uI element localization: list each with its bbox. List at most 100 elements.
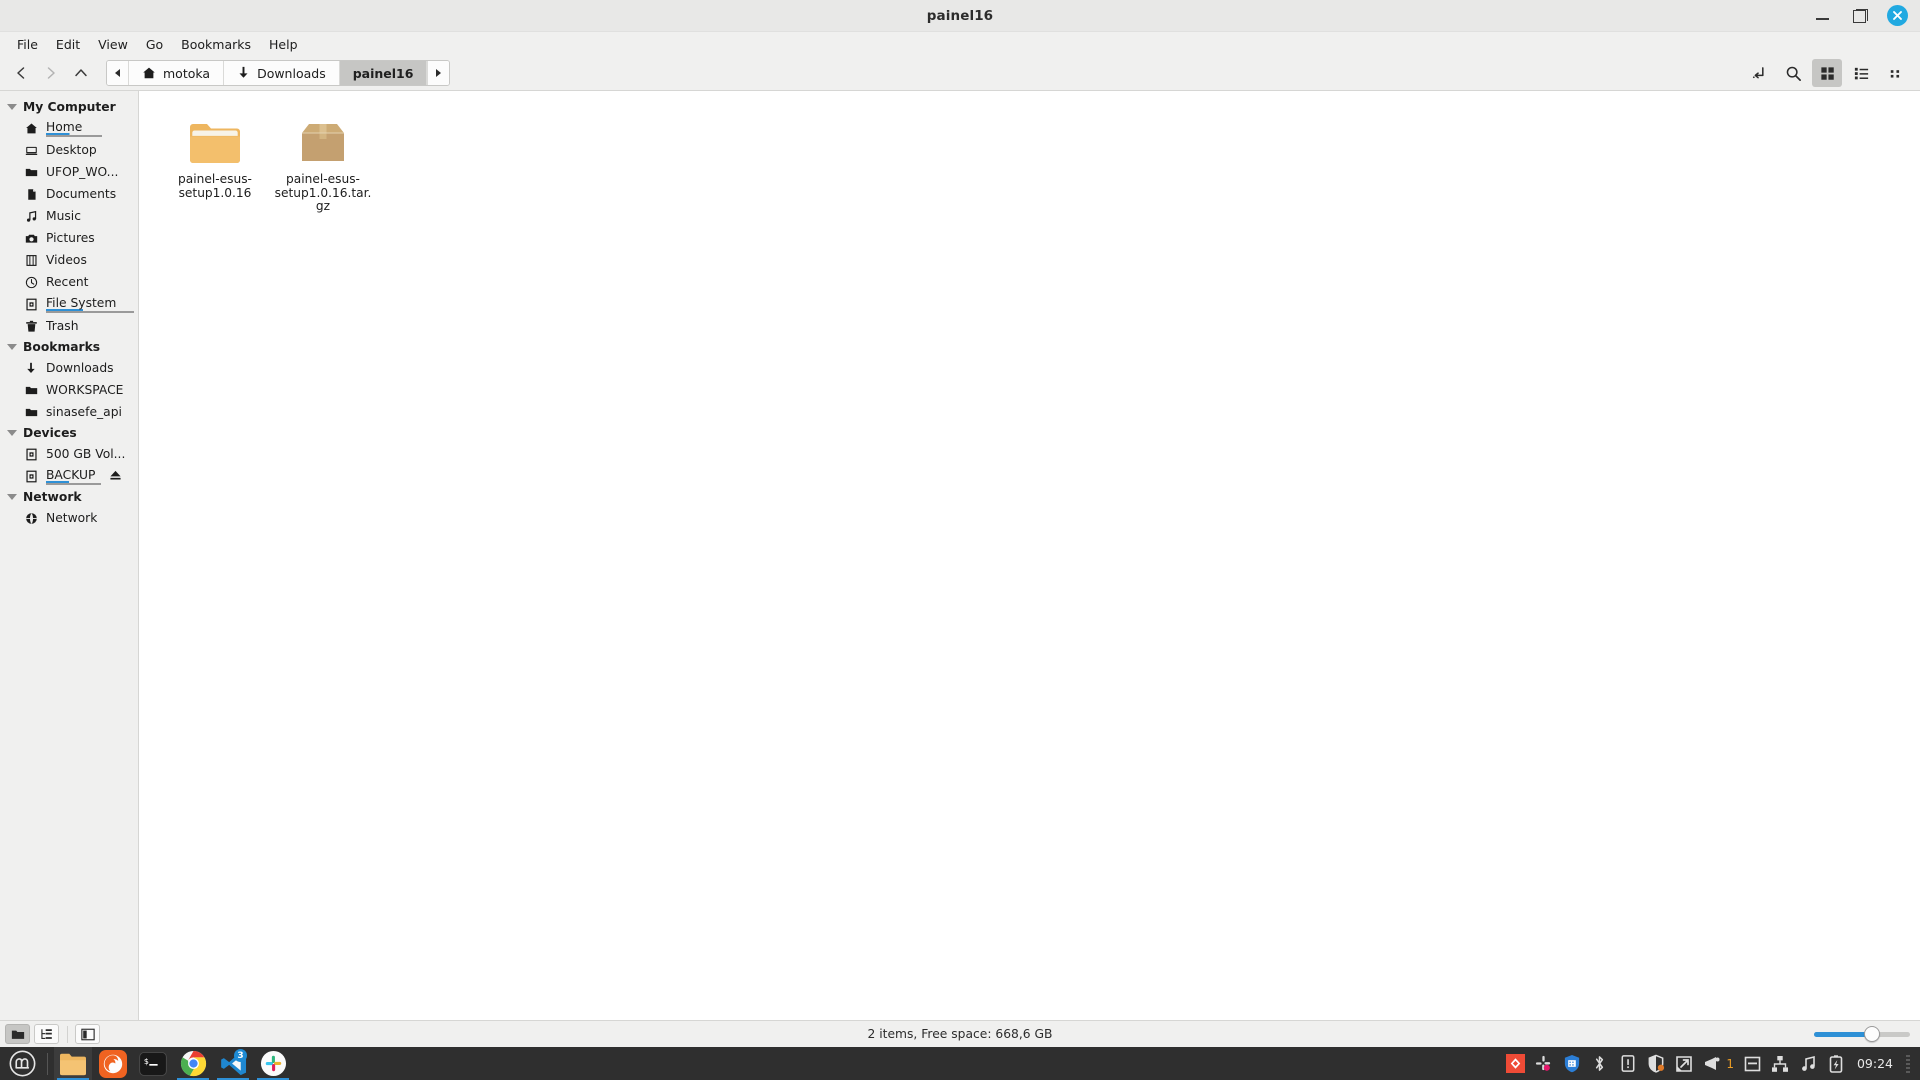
sidebar-item-pictures[interactable]: Pictures — [0, 227, 138, 249]
breadcrumb-label: motoka — [163, 65, 211, 81]
maximize-button[interactable] — [1849, 5, 1871, 27]
sidebar-item-label: 500 GB Vol... — [46, 447, 126, 461]
folder-icon — [188, 111, 242, 165]
grid-view-icon — [1820, 66, 1834, 80]
update-manager-icon[interactable] — [1618, 1054, 1637, 1073]
chevron-right-icon — [47, 67, 55, 79]
breadcrumb-scroll-left[interactable] — [107, 61, 129, 85]
folder-icon — [24, 383, 38, 397]
sidebar-item-music[interactable]: Music — [0, 205, 138, 227]
back-button[interactable] — [6, 59, 36, 87]
menu-help[interactable]: Help — [260, 34, 307, 55]
list-view-button[interactable] — [1846, 59, 1876, 87]
breadcrumb-item-motoka[interactable]: motoka — [129, 61, 225, 85]
zoom-slider-knob[interactable] — [1863, 1026, 1880, 1042]
clipboard-icon[interactable] — [1743, 1054, 1762, 1073]
music-icon — [24, 209, 38, 223]
zoom-slider[interactable] — [1814, 1025, 1910, 1043]
sidebar-item-desktop[interactable]: Desktop — [0, 139, 138, 161]
sidebar-group-network[interactable]: Network — [0, 487, 138, 507]
tray-grip-handle[interactable] — [1906, 1054, 1910, 1073]
close-button[interactable] — [1887, 5, 1908, 26]
breadcrumb-label: Downloads — [257, 65, 326, 81]
compact-view-button[interactable] — [1880, 59, 1910, 87]
sidebar-item-file-system[interactable]: File System — [0, 293, 138, 315]
sidebar-item-documents[interactable]: Documents — [0, 183, 138, 205]
breadcrumb-item-painel16[interactable]: painel16 — [339, 61, 428, 85]
tree-icon — [40, 1028, 52, 1039]
forward-button[interactable] — [36, 59, 66, 87]
menu-view[interactable]: View — [89, 34, 137, 55]
chevron-left-icon — [17, 67, 25, 79]
path-entry-button[interactable] — [1744, 59, 1774, 87]
minimize-button[interactable] — [1811, 5, 1833, 27]
sidebar-item-recent[interactable]: Recent — [0, 271, 138, 293]
breadcrumb-scroll-right[interactable] — [427, 61, 450, 85]
sidebar-item-downloads[interactable]: Downloads — [0, 357, 138, 379]
globe-icon — [24, 511, 38, 525]
slack-tray-icon[interactable] — [1534, 1054, 1553, 1073]
sidebar-group-label: Bookmarks — [23, 340, 101, 354]
sidebar-item-videos[interactable]: Videos — [0, 249, 138, 271]
sidebar-item-label: UFOP_WO... — [46, 165, 119, 179]
battery-icon[interactable] — [1827, 1054, 1846, 1073]
sidebar-group-bookmarks[interactable]: Bookmarks — [0, 337, 138, 357]
shield-icon[interactable] — [1562, 1054, 1581, 1073]
sidebar-item-label: Music — [46, 209, 81, 223]
display-icon[interactable] — [1674, 1054, 1693, 1073]
sidebar-item-sinasefe-api[interactable]: sinasefe_api — [0, 401, 138, 423]
taskbar-app-slack[interactable] — [254, 1047, 292, 1080]
bluetooth-icon[interactable] — [1590, 1054, 1609, 1073]
eject-icon[interactable] — [109, 469, 122, 484]
sidebar-item-network[interactable]: Network — [0, 507, 138, 529]
search-button[interactable] — [1778, 59, 1808, 87]
menubar: File Edit View Go Bookmarks Help — [0, 32, 1920, 56]
menu-bookmarks[interactable]: Bookmarks — [172, 34, 260, 55]
document-icon — [24, 187, 38, 201]
taskbar-app-vscode[interactable]: 3 — [214, 1047, 252, 1080]
icon-view-button[interactable] — [1812, 59, 1842, 87]
side-pane-toggle-button[interactable] — [75, 1024, 100, 1044]
download-icon — [239, 66, 248, 78]
notifications-icon[interactable] — [1702, 1054, 1721, 1073]
sidebar-group-devices[interactable]: Devices — [0, 423, 138, 443]
menu-edit[interactable]: Edit — [47, 34, 89, 55]
sound-icon[interactable] — [1799, 1054, 1818, 1073]
sidebar-item-backup[interactable]: BACKUP — [0, 465, 138, 487]
taskbar-app-file-manager[interactable] — [54, 1047, 92, 1080]
sidebar-item-label: Home — [46, 119, 103, 137]
breadcrumb-item-downloads[interactable]: Downloads — [224, 61, 340, 85]
up-button[interactable] — [66, 59, 96, 87]
menu-go[interactable]: Go — [137, 34, 172, 55]
sidebar-item-ufop-workspace[interactable]: UFOP_WO... — [0, 161, 138, 183]
drive-icon — [24, 447, 38, 461]
menu-file[interactable]: File — [8, 34, 47, 55]
taskbar-app-terminal[interactable]: $ — [134, 1047, 172, 1080]
sidebar-item-workspace[interactable]: WORKSPACE — [0, 379, 138, 401]
sidebar-item-500gb-volume[interactable]: 500 GB Vol... — [0, 443, 138, 465]
security-shield-icon[interactable] — [1646, 1054, 1665, 1073]
taskbar-app-firefox[interactable] — [94, 1047, 132, 1080]
anydesk-icon[interactable] — [1506, 1054, 1526, 1073]
sidebar-item-trash[interactable]: Trash — [0, 315, 138, 337]
chevron-up-icon — [75, 69, 87, 77]
home-icon — [143, 67, 155, 79]
sidebar-group-my-computer[interactable]: My Computer — [0, 97, 138, 117]
terminal-icon: $ — [139, 1051, 167, 1076]
file-item-folder[interactable]: painel-esus-setup1.0.16 — [161, 105, 269, 220]
file-item-archive[interactable]: painel-esus-setup1.0.16.tar.gz — [269, 105, 377, 220]
archive-box-icon — [296, 111, 350, 165]
shortcuts-view-button[interactable] — [5, 1024, 30, 1044]
start-menu-button[interactable] — [8, 1049, 37, 1078]
tree-view-button[interactable] — [34, 1024, 59, 1044]
file-list-area[interactable]: painel-esus-setup1.0.16 painel-esus-setu… — [139, 91, 1920, 1020]
home-icon — [24, 121, 38, 135]
sidebar-group-label: Devices — [23, 426, 77, 440]
network-icon[interactable] — [1771, 1054, 1790, 1073]
taskbar-app-chrome[interactable] — [174, 1047, 212, 1080]
sidebar-item-label: Trash — [46, 319, 79, 333]
sidebar-item-home[interactable]: Home — [0, 117, 138, 139]
linux-mint-logo-icon — [9, 1050, 36, 1077]
window-title: painel16 — [926, 7, 994, 24]
sidebar-item-label: sinasefe_api — [46, 405, 122, 419]
